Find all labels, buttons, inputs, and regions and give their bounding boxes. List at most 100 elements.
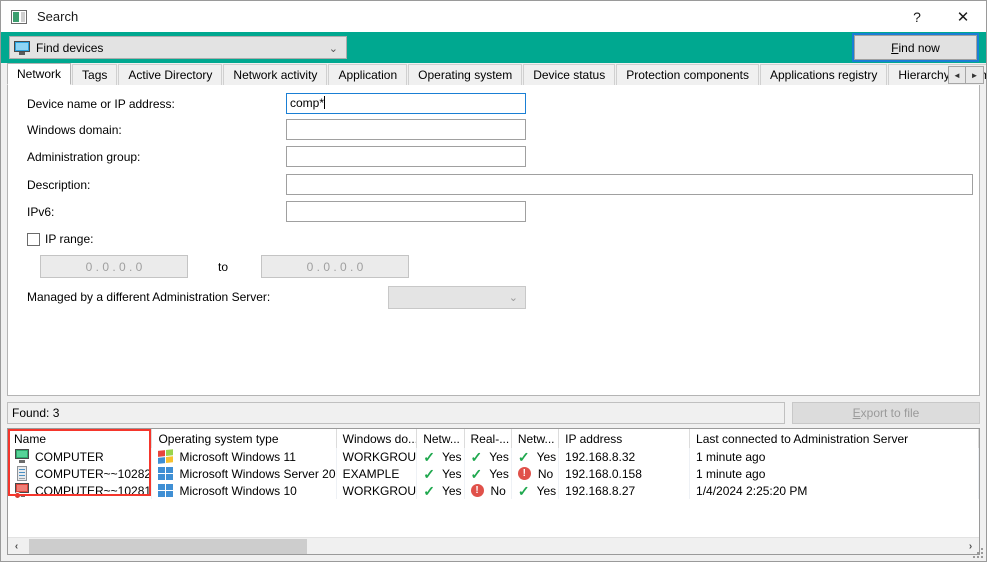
cell-network-status: ✓ Yes [511, 482, 560, 499]
scrollbar-thumb[interactable] [29, 538, 307, 554]
results-grid: Name Operating system type Windows do...… [7, 428, 980, 555]
device-name: COMPUTER~~10282 [35, 466, 152, 481]
results-summary-bar: Found: 3 Export to file [7, 402, 980, 424]
horizontal-scrollbar[interactable]: ‹ › [8, 537, 979, 554]
cell-network-status: ! No [511, 465, 560, 482]
tab-label: Operating system [418, 68, 513, 82]
cell-ip-address: 192.168.8.32 [558, 448, 691, 465]
column-header-name[interactable]: Name [8, 429, 153, 448]
network-status-value: Yes [536, 449, 557, 464]
search-mode-combo[interactable]: Find devices ⌄ [9, 36, 347, 59]
table-header-row: Name Operating system type Windows do...… [8, 429, 979, 448]
tab-scroll-right-icon[interactable]: ► [966, 66, 984, 84]
tab-network[interactable]: Network [7, 63, 72, 85]
device-server-icon [14, 466, 30, 481]
find-now-button[interactable]: Find now [852, 33, 979, 62]
network-tab-panel: Device name or IP address: comp* Windows… [7, 85, 980, 396]
cell-network-agent: ✓ Yes [416, 465, 465, 482]
help-button[interactable]: ? [894, 1, 940, 32]
windows-classic-logo-icon [158, 448, 174, 465]
ip-range-to-label: to [218, 260, 229, 274]
table-row[interactable]: COMPUTER Microsoft Windows 11 WORKGROUP … [8, 448, 979, 465]
tab-applications-registry[interactable]: Applications registry [759, 64, 888, 85]
scroll-left-icon[interactable]: ‹ [8, 537, 25, 554]
cell-network-agent: ✓ Yes [416, 448, 465, 465]
tab-scroll-left-icon[interactable]: ◄ [948, 66, 966, 84]
ip-range-checkbox[interactable] [27, 232, 40, 246]
cell-network-agent: ✓ Yes [416, 482, 465, 499]
check-icon: ✓ [517, 448, 530, 465]
chevron-down-icon: ⌄ [508, 292, 518, 304]
check-icon: ✓ [470, 448, 483, 465]
device-name-input[interactable]: comp* [286, 93, 526, 114]
windows-domain-input[interactable] [286, 119, 526, 140]
search-mode-value: Find devices [36, 40, 104, 55]
tab-label: Protection components [626, 68, 749, 82]
table-row[interactable]: COMPUTER~~10282 Microsoft Windows Server… [8, 465, 979, 482]
cell-os-type: Microsoft Windows 10 [151, 482, 337, 499]
tab-network-activity[interactable]: Network activity [223, 64, 328, 85]
table-row[interactable]: COMPUTER~~10281 Microsoft Windows 10 WOR… [8, 482, 979, 499]
window-title: Search [37, 9, 79, 24]
column-header-realtime-protection[interactable]: Real-... [464, 429, 512, 448]
warning-icon: ! [517, 467, 531, 480]
ip-range-checkbox-row[interactable]: IP range: [27, 232, 93, 246]
cell-ip-address: 192.168.8.27 [558, 482, 691, 499]
ipv6-input[interactable] [286, 201, 526, 222]
check-icon: ✓ [423, 482, 435, 499]
tab-label: Device status [533, 68, 606, 82]
find-now-label: ind now [898, 40, 940, 55]
check-icon: ✓ [470, 465, 483, 482]
tab-device-status[interactable]: Device status [523, 64, 616, 85]
column-header-last-connected[interactable]: Last connected to Administration Server [689, 429, 979, 448]
device-name: COMPUTER [35, 449, 104, 464]
column-header-os-type[interactable]: Operating system type [151, 429, 337, 448]
description-label: Description: [27, 178, 91, 192]
ip-range-to-input[interactable]: 0 . 0 . 0 . 0 [261, 255, 409, 278]
warning-icon: ! [470, 484, 484, 497]
tab-protection-components[interactable]: Protection components [616, 64, 759, 85]
scrollbar-track[interactable] [25, 537, 962, 554]
tab-strip: Network Tags Active Directory Network ac… [1, 63, 986, 85]
device-name-label: Device name or IP address: [27, 97, 175, 111]
tab-operating-system[interactable]: Operating system [408, 64, 523, 85]
tab-label: Network [17, 67, 62, 81]
network-status-value: No [537, 466, 554, 481]
close-button[interactable]: ✕ [940, 1, 986, 32]
network-agent-value: Yes [441, 449, 462, 464]
column-header-ip-address[interactable]: IP address [558, 429, 691, 448]
cell-last-connected: 1 minute ago [689, 448, 979, 465]
cell-realtime-protection: ! No [464, 482, 512, 499]
ip-range-from-input[interactable]: 0 . 0 . 0 . 0 [40, 255, 188, 278]
check-icon: ✓ [423, 465, 435, 482]
device-error-icon [14, 483, 30, 499]
cell-name: COMPUTER~~10282 [8, 465, 153, 482]
window-controls: ? ✕ [894, 1, 986, 32]
column-header-windows-domain[interactable]: Windows do... [336, 429, 418, 448]
description-input[interactable] [286, 174, 973, 195]
cell-os-type: Microsoft Windows Server 2019 [151, 465, 337, 482]
tab-application[interactable]: Application [328, 64, 408, 85]
network-agent-value: Yes [441, 483, 462, 498]
cell-windows-domain: EXAMPLE [336, 465, 418, 482]
managed-by-combo[interactable]: ⌄ [388, 286, 526, 309]
cell-name: COMPUTER~~10281 [8, 482, 153, 499]
tab-label: Network activity [233, 68, 318, 82]
windows-logo-icon [158, 483, 174, 498]
check-icon: ✓ [423, 448, 435, 465]
resize-grip-icon[interactable] [972, 547, 985, 560]
export-to-file-button[interactable]: Export to file [792, 402, 980, 424]
tab-active-directory[interactable]: Active Directory [118, 64, 223, 85]
tab-tags[interactable]: Tags [72, 64, 118, 85]
search-window-icon [11, 9, 27, 24]
column-header-network-status[interactable]: Netw... [511, 429, 560, 448]
realtime-value: No [490, 483, 506, 498]
cell-ip-address: 192.168.0.158 [558, 465, 691, 482]
column-header-network-agent[interactable]: Netw... [416, 429, 465, 448]
title-bar: Search ? ✕ [1, 1, 986, 32]
windows-logo-icon [158, 466, 174, 481]
windows-domain-label: Windows domain: [27, 123, 122, 137]
ip-range-label: IP range: [45, 232, 94, 246]
device-online-icon [14, 449, 30, 464]
administration-group-input[interactable] [286, 146, 526, 167]
